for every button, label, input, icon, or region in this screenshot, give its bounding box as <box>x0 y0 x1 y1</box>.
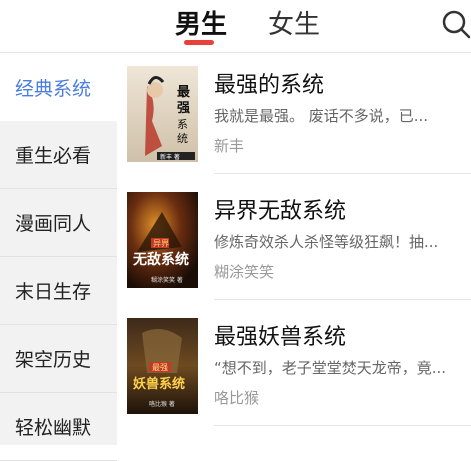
sidebar-item-humor[interactable]: 轻松幽默 <box>0 393 117 461</box>
svg-text:强: 强 <box>177 101 190 116</box>
tab-female[interactable]: 女生 <box>268 4 320 41</box>
book-cover[interactable]: 最强 妖兽系统 咯比猴 著 <box>127 318 198 414</box>
cover-badge-text: 最强 <box>152 363 168 372</box>
sidebar-item-classic-system[interactable]: 经典系统 <box>0 53 117 121</box>
book-title[interactable]: 最强的系统 <box>214 67 324 99</box>
divider <box>214 173 471 174</box>
sidebar-item-comic-fanfic[interactable]: 漫画同人 <box>0 189 117 257</box>
book-author: 糊涂笑笑 <box>214 263 275 281</box>
book-title[interactable]: 异界无敌系统 <box>214 193 346 225</box>
svg-text:最: 最 <box>177 85 191 100</box>
book-description: 修炼奇效杀人杀怪等级狂飙！抽... <box>214 233 439 251</box>
svg-text:统: 统 <box>177 132 188 145</box>
search-icon[interactable] <box>440 8 471 40</box>
tab-male[interactable]: 男生 <box>175 4 227 41</box>
book-item[interactable]: 异界 无敌系统 糊涂笑笑 著 异界无敌系统 修炼奇效杀人杀怪等级狂飙！抽... … <box>117 179 471 299</box>
top-tab-bar: 男生 女生 <box>0 0 471 53</box>
book-author: 咯比猴 <box>214 389 260 407</box>
cover-author-text: 新丰 著 <box>160 153 180 161</box>
book-cover[interactable]: 最 强 系 统 新丰 著 <box>127 66 198 162</box>
active-tab-indicator <box>184 40 214 45</box>
sidebar-item-rebirth[interactable]: 重生必看 <box>0 121 117 189</box>
divider <box>214 425 471 426</box>
sidebar-item-apocalypse[interactable]: 末日生存 <box>0 257 117 325</box>
cover-author-text: 糊涂笑笑 著 <box>151 276 183 284</box>
category-sidebar: 经典系统 重生必看 漫画同人 末日生存 架空历史 轻松幽默 <box>0 53 117 461</box>
book-item[interactable]: 最强 妖兽系统 咯比猴 著 最强妖兽系统 “想不到，老子堂堂焚天龙帝，竟... … <box>117 305 471 425</box>
book-item[interactable]: 最 强 系 统 新丰 著 最强的系统 我就是最强。 废话不多说，已... 新丰 <box>117 53 471 173</box>
book-list: 最 强 系 统 新丰 著 最强的系统 我就是最强。 废话不多说，已... 新丰 <box>117 53 471 445</box>
svg-text:系: 系 <box>177 118 188 131</box>
book-cover[interactable]: 异界 无敌系统 糊涂笑笑 著 <box>127 192 198 288</box>
book-description: “想不到，老子堂堂焚天龙帝，竟... <box>214 359 447 377</box>
cover-badge-text: 异界 <box>153 239 169 248</box>
book-title[interactable]: 最强妖兽系统 <box>214 319 346 351</box>
cover-title-text: 无敌系统 <box>132 251 189 268</box>
cover-author-text: 咯比猴 著 <box>149 400 175 408</box>
cover-title-text: 妖兽系统 <box>133 376 185 392</box>
book-description: 我就是最强。 废话不多说，已... <box>214 107 429 125</box>
divider <box>214 299 471 300</box>
sidebar-item-alt-history[interactable]: 架空历史 <box>0 325 117 393</box>
book-author: 新丰 <box>214 137 245 155</box>
